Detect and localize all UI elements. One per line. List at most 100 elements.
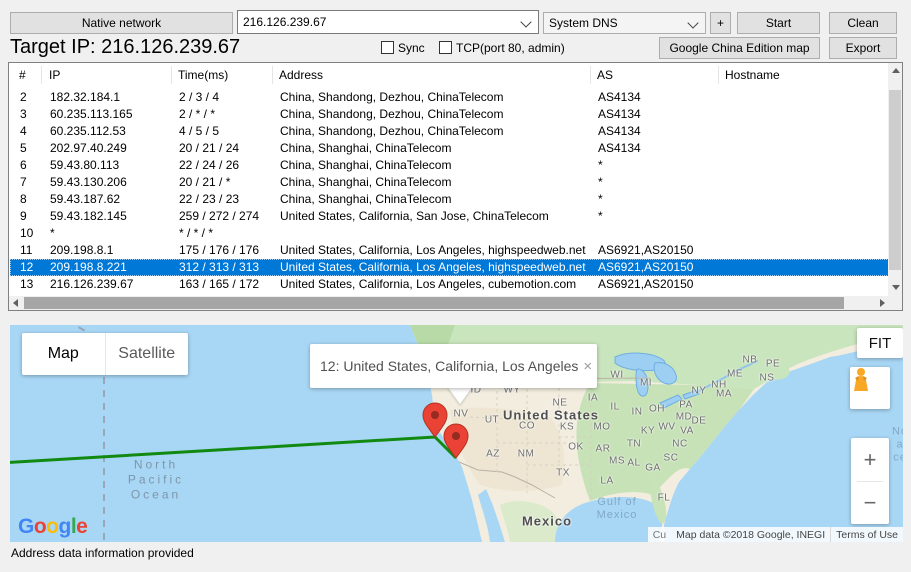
google-logo[interactable]: Google [18, 515, 87, 539]
table-row[interactable]: 5202.97.40.24920 / 21 / 24China, Shangha… [10, 140, 889, 157]
table-row[interactable]: 360.235.113.1652 / * / *China, Shandong,… [10, 106, 889, 123]
cell-n: 8 [20, 192, 27, 206]
column-header-address[interactable]: Address [279, 68, 323, 82]
map-label-state: TX [556, 468, 570, 479]
cell-n: 11 [20, 243, 32, 257]
close-icon[interactable]: × [578, 358, 597, 375]
cell-n: 12 [20, 260, 33, 274]
info-window-text: 12: United States, California, Los Angel… [310, 358, 578, 374]
start-button[interactable]: Start [737, 12, 820, 34]
cell-ip: 59.43.130.206 [50, 175, 127, 189]
sync-checkbox[interactable] [381, 41, 394, 54]
column-header-hostname[interactable]: Hostname [725, 68, 780, 82]
map-label-state: FL [658, 493, 671, 504]
scroll-up-icon[interactable] [892, 68, 900, 73]
google-china-map-button[interactable]: Google China Edition map [659, 37, 820, 59]
table-row[interactable]: 659.43.80.11322 / 24 / 26China, Shanghai… [10, 157, 889, 174]
table-row[interactable]: 13216.126.239.67163 / 165 / 172United St… [10, 276, 889, 293]
trace-table[interactable]: # IP Time(ms) Address AS Hostname 2182.32.184… [8, 62, 903, 311]
tab-map[interactable]: Map [22, 333, 105, 375]
table-row[interactable]: 2182.32.184.12 / 3 / 4China, Shandong, D… [10, 89, 889, 106]
tab-satellite[interactable]: Satellite [105, 333, 189, 375]
zoom-control[interactable]: + − [851, 438, 889, 524]
map-label-state: NV [454, 409, 469, 420]
cell-time: 175 / 176 / 176 [179, 243, 259, 257]
map-label-state: WI [610, 370, 623, 381]
zoom-out-button[interactable]: − [851, 481, 889, 524]
table-row[interactable]: 11209.198.8.1175 / 176 / 176United State… [10, 242, 889, 259]
vertical-scrollbar[interactable] [888, 63, 902, 296]
dns-combobox[interactable]: System DNS [543, 12, 706, 34]
cell-ip: 209.198.8.221 [50, 260, 127, 274]
cell-address: China, Shandong, Dezhou, ChinaTelecom [280, 90, 503, 104]
cell-address: China, Shanghai, ChinaTelecom [280, 175, 451, 189]
table-row[interactable]: 10** / * / * [10, 225, 889, 242]
pegman-icon [850, 367, 872, 393]
tcp-checkbox[interactable] [439, 41, 452, 54]
cell-as: AS6921,AS20150 [598, 260, 693, 274]
table-row[interactable]: 759.43.130.20620 / 21 / *China, Shanghai… [10, 174, 889, 191]
chevron-down-icon[interactable] [687, 17, 698, 28]
cell-time: 20 / 21 / 24 [179, 141, 239, 155]
target-ip-value: 216.126.239.67 [243, 15, 326, 29]
map-label-state: PE [766, 359, 780, 370]
table-row-selected[interactable]: 12209.198.8.221312 / 313 / 313United Sta… [10, 259, 889, 276]
column-header-ip[interactable]: IP [49, 68, 60, 82]
cell-as: * [598, 158, 603, 172]
zoom-in-button[interactable]: + [851, 438, 889, 481]
vertical-scroll-thumb[interactable] [889, 90, 901, 270]
target-ip-combobox[interactable]: 216.126.239.67 [237, 10, 539, 34]
map-label-state: UT [485, 415, 499, 426]
sync-label: Sync [398, 41, 425, 55]
horizontal-scrollbar[interactable] [9, 296, 902, 310]
horizontal-scroll-thumb[interactable] [24, 297, 844, 309]
column-header-as[interactable]: AS [597, 68, 613, 82]
map-label-water: NorthPacificOcean [128, 458, 184, 503]
google-logo-letter: G [18, 515, 34, 538]
map-label-state: OK [568, 442, 583, 453]
native-network-button[interactable]: Native network [10, 12, 233, 34]
column-header-timems[interactable]: Time(ms) [178, 68, 228, 82]
cell-address: China, Shandong, Dezhou, ChinaTelecom [280, 107, 503, 121]
cell-as: AS4134 [598, 90, 641, 104]
map-label-state: LA [600, 476, 613, 487]
scroll-right-icon[interactable] [880, 299, 885, 307]
chevron-down-icon[interactable] [520, 16, 531, 27]
column-header-[interactable]: # [19, 68, 26, 82]
map-label-state: AL [627, 458, 640, 469]
table-row[interactable]: 460.235.112.534 / 5 / 5China, Shandong, … [10, 123, 889, 140]
terms-of-use-link[interactable]: Terms of Use [830, 527, 903, 542]
dns-value: System DNS [549, 16, 618, 30]
table-row[interactable]: 959.43.182.145259 / 272 / 274United Stat… [10, 208, 889, 225]
google-logo-letter: e [76, 515, 87, 538]
map-attribution: Cu Map data ©2018 Google, INEGI Terms of… [648, 527, 903, 542]
clean-button[interactable]: Clean [829, 12, 897, 34]
table-row[interactable]: 859.43.187.6222 / 23 / 23China, Shanghai… [10, 191, 889, 208]
cell-time: 4 / 5 / 5 [179, 124, 219, 138]
pegman-control[interactable] [850, 367, 890, 409]
add-button[interactable]: + [710, 12, 731, 34]
cell-address: United States, California, San Jose, Chi… [280, 209, 549, 223]
map-label-state: ME [727, 369, 743, 380]
cell-ip: 59.43.187.62 [50, 192, 120, 206]
map-label-state: VA [680, 426, 694, 437]
cell-as: * [598, 209, 603, 223]
map-label-state: KY [641, 426, 655, 437]
cell-as: AS4134 [598, 141, 641, 155]
map-type-control[interactable]: Map Satellite [22, 333, 188, 375]
cell-address: United States, California, Los Angeles, … [280, 243, 586, 257]
cell-ip: 202.97.40.249 [50, 141, 127, 155]
map-label-state: NB [743, 355, 758, 366]
cell-address: China, Shanghai, ChinaTelecom [280, 158, 451, 172]
map-label-state: OH [649, 404, 665, 415]
cell-n: 10 [20, 226, 33, 240]
google-logo-letter: o [46, 515, 58, 538]
scroll-down-icon[interactable] [892, 285, 900, 290]
fit-button[interactable]: FIT [857, 328, 903, 358]
scroll-left-icon[interactable] [13, 299, 18, 307]
map-label-state: AR [596, 444, 611, 455]
attribution-fragment: Cu [648, 527, 671, 542]
map-panel[interactable]: United StatesMexicoWIMIWYNEIAILINOHPANYN… [10, 325, 903, 542]
export-button[interactable]: Export [829, 37, 897, 59]
map-label-state: PA [679, 400, 693, 411]
